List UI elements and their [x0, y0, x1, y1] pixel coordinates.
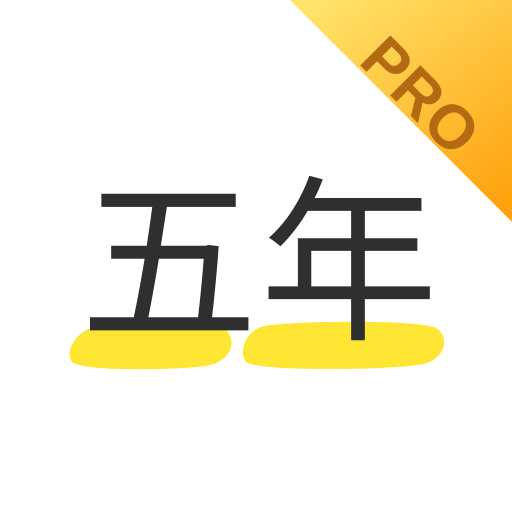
app-wordmark: 五年 — [80, 161, 440, 368]
app-icon: PRO 五年 — [0, 0, 512, 512]
